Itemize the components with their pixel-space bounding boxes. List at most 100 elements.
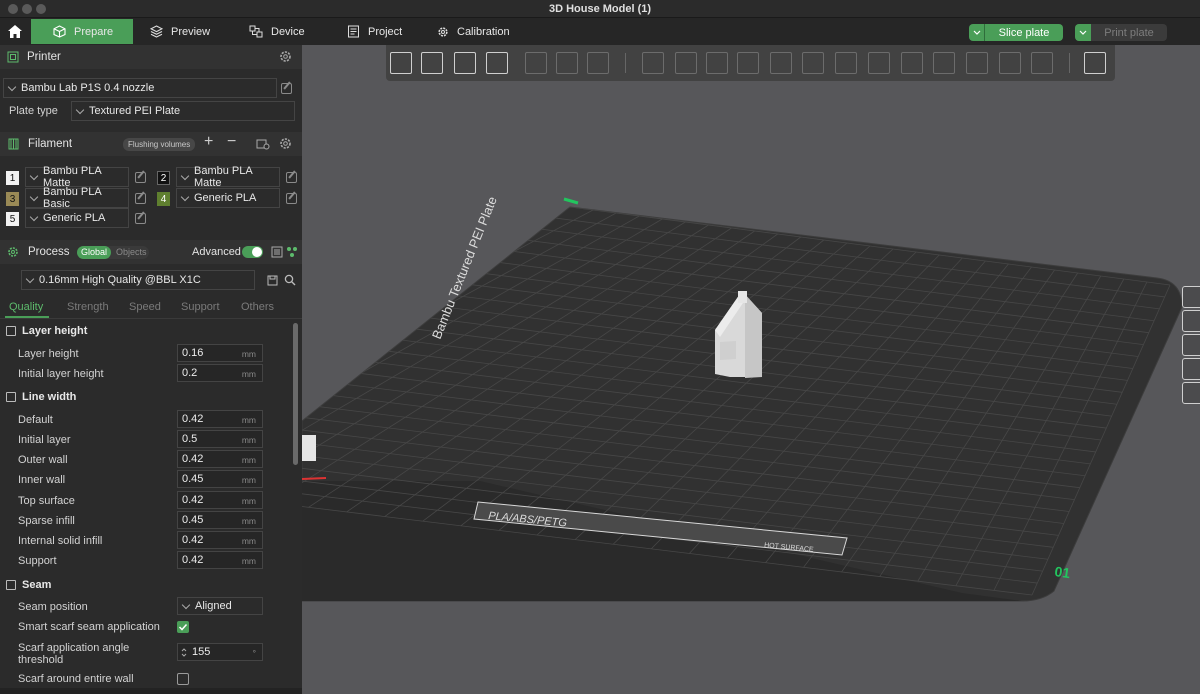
arrange-icon[interactable] xyxy=(486,52,508,74)
remove-filament-button[interactable]: − xyxy=(227,133,236,151)
print-plate-label: Print plate xyxy=(1104,26,1154,39)
edit-printer-icon[interactable] xyxy=(281,83,292,94)
line-width-top-surface-input[interactable]: 0.42 mm xyxy=(177,491,263,509)
gear-icon xyxy=(438,26,448,37)
copy-icon[interactable] xyxy=(525,52,547,74)
plate-arrange-icon[interactable] xyxy=(1182,286,1200,308)
edit-filament-icon[interactable] xyxy=(286,193,297,204)
line-width-outer-wall-input[interactable]: 0.42 mm xyxy=(177,450,263,468)
tab-preview[interactable]: Preview xyxy=(150,19,210,44)
scarf-angle-value: 155 xyxy=(192,646,211,658)
tab-calibration[interactable]: Calibration xyxy=(437,19,510,44)
split-icon[interactable] xyxy=(802,52,824,74)
paste-icon[interactable] xyxy=(556,52,578,74)
add-filament-button[interactable]: + xyxy=(204,133,213,151)
compare-settings-icon[interactable] xyxy=(271,246,283,258)
unit-label: mm xyxy=(241,349,256,359)
lay-on-face-icon[interactable] xyxy=(737,52,759,74)
objects-toggle-option[interactable]: Objects xyxy=(116,247,147,257)
title-bar: 3D House Model (1) xyxy=(0,0,1200,18)
plate-settings-icon[interactable] xyxy=(1182,358,1200,380)
unit-label: mm xyxy=(241,435,256,445)
layers-list-icon[interactable] xyxy=(587,52,609,74)
layer-height-input[interactable]: 0.16 mm xyxy=(177,344,263,362)
subtab-support[interactable]: Support xyxy=(181,301,220,313)
initial-layer-height-input[interactable]: 0.2 mm xyxy=(177,364,263,382)
filament-slot-3-select[interactable]: Bambu PLA Basic xyxy=(25,186,129,210)
scarf-entire-wall-checkbox[interactable] xyxy=(177,673,189,685)
global-toggle-option[interactable]: Global xyxy=(77,246,112,259)
scarf-angle-spinner[interactable]: 155 ° xyxy=(177,643,263,661)
rotate-icon[interactable] xyxy=(675,52,697,74)
3d-viewport[interactable]: PLA/ABS/PETG HOT SURFACE Bambu Textured … xyxy=(302,45,1200,694)
print-options-dropdown[interactable] xyxy=(1075,24,1091,41)
plate-orient-icon[interactable] xyxy=(1182,310,1200,332)
add-object-icon[interactable] xyxy=(390,52,412,74)
chevron-down-icon xyxy=(1079,30,1087,35)
view-gallery-icon[interactable] xyxy=(1084,52,1106,74)
process-profile-select[interactable]: 0.16mm High Quality @BBL X1C xyxy=(21,270,255,290)
seam-paint-icon[interactable] xyxy=(966,52,988,74)
edit-filament-icon[interactable] xyxy=(135,213,146,224)
unit-label: mm xyxy=(241,475,256,485)
line-width-support-input[interactable]: 0.42 mm xyxy=(177,551,263,569)
flushing-volumes-button[interactable]: Flushing volumes xyxy=(123,138,196,151)
filament-slot-5-select[interactable]: Generic PLA xyxy=(25,208,129,228)
tab-device[interactable]: Device xyxy=(249,19,305,44)
subtab-strength[interactable]: Strength xyxy=(67,301,109,313)
plate-type-select[interactable]: Textured PEI Plate xyxy=(71,101,295,121)
measure-icon[interactable] xyxy=(868,52,890,74)
paint-icon[interactable] xyxy=(933,52,955,74)
plate-corner-tab xyxy=(302,435,316,461)
assembly-icon[interactable] xyxy=(1031,52,1053,74)
slice-options-dropdown[interactable] xyxy=(969,24,985,41)
sync-filament-icon[interactable] xyxy=(256,138,270,150)
support-paint-icon[interactable] xyxy=(999,52,1021,74)
seam-icon xyxy=(6,580,16,590)
device-icon xyxy=(249,25,263,38)
line-width-inner-wall-input[interactable]: 0.45 mm xyxy=(177,470,263,488)
print-plate-button[interactable]: Print plate xyxy=(1075,24,1167,41)
spinner-arrows-icon[interactable] xyxy=(181,647,187,658)
smart-scarf-checkbox[interactable] xyxy=(177,621,189,633)
text-emboss-icon[interactable] xyxy=(901,52,923,74)
line-width-default-input[interactable]: 0.42 mm xyxy=(177,410,263,428)
subtab-speed[interactable]: Speed xyxy=(129,301,161,313)
tab-project[interactable]: Project xyxy=(347,19,402,44)
tab-prepare[interactable]: Prepare xyxy=(31,19,134,44)
edit-filament-icon[interactable] xyxy=(135,193,146,204)
filament-slot-4-select[interactable]: Generic PLA xyxy=(176,188,280,208)
printer-select[interactable]: Bambu Lab P1S 0.4 nozzle xyxy=(3,78,277,98)
line-width-sparse-infill-input[interactable]: 0.45 mm xyxy=(177,511,263,529)
auto-orient-icon[interactable] xyxy=(454,52,476,74)
scale-icon[interactable] xyxy=(706,52,728,74)
advanced-switch[interactable] xyxy=(242,246,263,258)
plate-name-icon[interactable] xyxy=(1182,382,1200,404)
edit-filament-icon[interactable] xyxy=(135,172,146,183)
filament-slot-1-select[interactable]: Bambu PLA Matte xyxy=(25,165,129,189)
save-icon[interactable] xyxy=(267,275,278,286)
boolean-icon[interactable] xyxy=(835,52,857,74)
slice-plate-button[interactable]: Slice plate xyxy=(969,24,1063,41)
home-button[interactable] xyxy=(0,18,30,45)
x-axis-marker xyxy=(302,477,327,480)
line-width-initial-layer-input[interactable]: 0.5 mm xyxy=(177,430,263,448)
subtab-quality[interactable]: Quality xyxy=(9,301,43,313)
cut-icon[interactable] xyxy=(770,52,792,74)
settings-scrollbar[interactable] xyxy=(293,323,298,465)
gear-icon[interactable] xyxy=(279,137,292,150)
filament-slot-2-select[interactable]: Bambu PLA Matte xyxy=(176,165,280,189)
subtab-divider xyxy=(0,318,302,319)
subtab-others[interactable]: Others xyxy=(241,301,274,313)
edit-filament-icon[interactable] xyxy=(286,172,297,183)
plate-lock-icon[interactable] xyxy=(1182,334,1200,356)
seam-position-select[interactable]: Aligned xyxy=(177,597,263,615)
add-plate-grid-icon[interactable] xyxy=(421,52,443,74)
line-width-internal-solid-infill-input[interactable]: 0.42 mm xyxy=(177,531,263,549)
network-icon[interactable] xyxy=(286,246,298,258)
search-icon[interactable] xyxy=(284,274,296,286)
gear-icon[interactable] xyxy=(279,50,292,63)
move-icon[interactable] xyxy=(642,52,664,74)
build-plate-scene[interactable]: PLA/ABS/PETG HOT SURFACE Bambu Textured … xyxy=(302,45,1200,694)
initial-layer-height-value: 0.2 xyxy=(182,367,198,379)
